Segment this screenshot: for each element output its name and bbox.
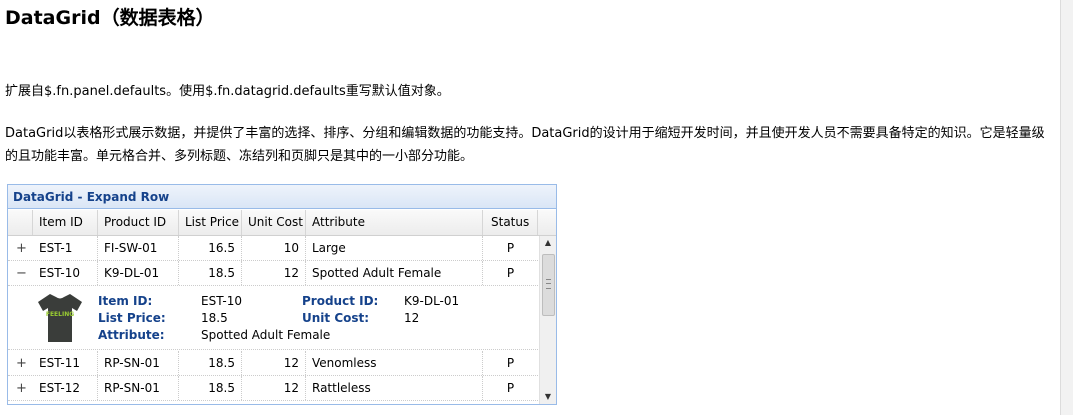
datagrid-panel: DataGrid - Expand Row Item ID Product ID… bbox=[7, 184, 557, 405]
panel-title: DataGrid - Expand Row bbox=[8, 185, 556, 209]
cell-unit-cost: 12 bbox=[242, 351, 306, 375]
tshirt-print-text: FEELING bbox=[46, 311, 74, 318]
detail-label-product-id: Product ID: bbox=[302, 294, 379, 308]
grid-header: Item ID Product ID List Price Unit Cost … bbox=[8, 210, 556, 236]
cell-attribute: Venomless bbox=[306, 351, 483, 375]
cell-item-id: EST-12 bbox=[33, 376, 98, 400]
cell-status: P bbox=[506, 266, 515, 280]
cell-unit-cost: 12 bbox=[242, 261, 306, 285]
detail-label-attribute: Attribute: bbox=[98, 328, 165, 342]
cell-unit-cost: 12 bbox=[242, 376, 306, 400]
arrow-down-icon[interactable]: ▼ bbox=[540, 390, 556, 404]
detail-label-unit-cost: Unit Cost: bbox=[302, 311, 370, 325]
cell-list-price: 16.5 bbox=[179, 236, 242, 260]
cell-status: P bbox=[506, 356, 515, 370]
scrollbar-thumb[interactable] bbox=[542, 254, 555, 316]
cell-item-id: EST-11 bbox=[33, 351, 98, 375]
minus-icon[interactable]: − bbox=[16, 267, 27, 280]
cell-attribute: Spotted Adult Female bbox=[306, 261, 483, 285]
cell-product-id: RP-SN-01 bbox=[98, 351, 179, 375]
plus-icon[interactable]: + bbox=[16, 242, 27, 255]
col-attribute[interactable]: Attribute bbox=[306, 210, 483, 235]
table-row[interactable]: + EST-1 FI-SW-01 16.5 10 Large P bbox=[8, 236, 538, 261]
col-product-id[interactable]: Product ID bbox=[98, 210, 179, 235]
col-unit-cost[interactable]: Unit Cost bbox=[242, 210, 306, 235]
cell-status: P bbox=[506, 241, 515, 255]
detail-value-product-id: K9-DL-01 bbox=[404, 294, 460, 308]
tshirt-image: FEELING bbox=[38, 294, 82, 342]
cell-list-price: 18.5 bbox=[179, 351, 242, 375]
cell-product-id: K9-DL-01 bbox=[98, 261, 179, 285]
cell-list-price: 18.5 bbox=[179, 376, 242, 400]
col-item-id[interactable]: Item ID bbox=[33, 210, 98, 235]
detail-value-list-price: 18.5 bbox=[201, 311, 228, 325]
table-row[interactable]: + EST-12 RP-SN-01 18.5 12 Rattleless P bbox=[8, 376, 538, 401]
intro-paragraph: 扩展自$.fn.panel.defaults。使用$.fn.datagrid.d… bbox=[5, 84, 450, 99]
cell-attribute: Rattleless bbox=[306, 376, 483, 400]
arrow-up-icon[interactable]: ▲ bbox=[540, 236, 556, 250]
table-row[interactable]: + EST-11 RP-SN-01 18.5 12 Venomless P bbox=[8, 351, 538, 376]
plus-icon[interactable]: + bbox=[16, 382, 27, 395]
detail-value-item-id: EST-10 bbox=[201, 294, 243, 308]
cell-list-price: 18.5 bbox=[179, 261, 242, 285]
cell-item-id: EST-10 bbox=[33, 261, 98, 285]
col-list-price[interactable]: List Price bbox=[179, 210, 242, 235]
detail-label-item-id: Item ID: bbox=[98, 294, 153, 308]
detail-label-list-price: List Price: bbox=[98, 311, 166, 325]
cell-unit-cost: 10 bbox=[242, 236, 306, 260]
cell-attribute: Large bbox=[306, 236, 483, 260]
cell-item-id: EST-1 bbox=[33, 236, 98, 260]
window-scrollbar[interactable] bbox=[1060, 0, 1073, 415]
grip-icon bbox=[546, 279, 551, 289]
cell-product-id: FI-SW-01 bbox=[98, 236, 179, 260]
expander-header bbox=[8, 210, 33, 235]
cell-product-id: RP-SN-01 bbox=[98, 376, 179, 400]
description-paragraph: DataGrid以表格形式展示数据，并提供了丰富的选择、排序、分组和编辑数据的功… bbox=[5, 126, 1045, 164]
table-row[interactable]: − EST-10 K9-DL-01 18.5 12 Spotted Adult … bbox=[8, 261, 538, 286]
detail-value-unit-cost: 12 bbox=[404, 311, 420, 325]
row-detail: FEELING Item ID: EST-10 Product ID: K9-D… bbox=[8, 286, 538, 350]
detail-value-attribute: Spotted Adult Female bbox=[201, 328, 331, 342]
cell-status: P bbox=[506, 381, 515, 395]
plus-icon[interactable]: + bbox=[16, 357, 27, 370]
page: DataGrid（数据表格） 扩展自$.fn.panel.defaults。使用… bbox=[0, 0, 1073, 415]
vertical-scrollbar[interactable]: ▲ ▼ bbox=[539, 236, 556, 404]
col-status[interactable]: Status bbox=[483, 210, 538, 235]
page-title: DataGrid（数据表格） bbox=[5, 7, 215, 29]
